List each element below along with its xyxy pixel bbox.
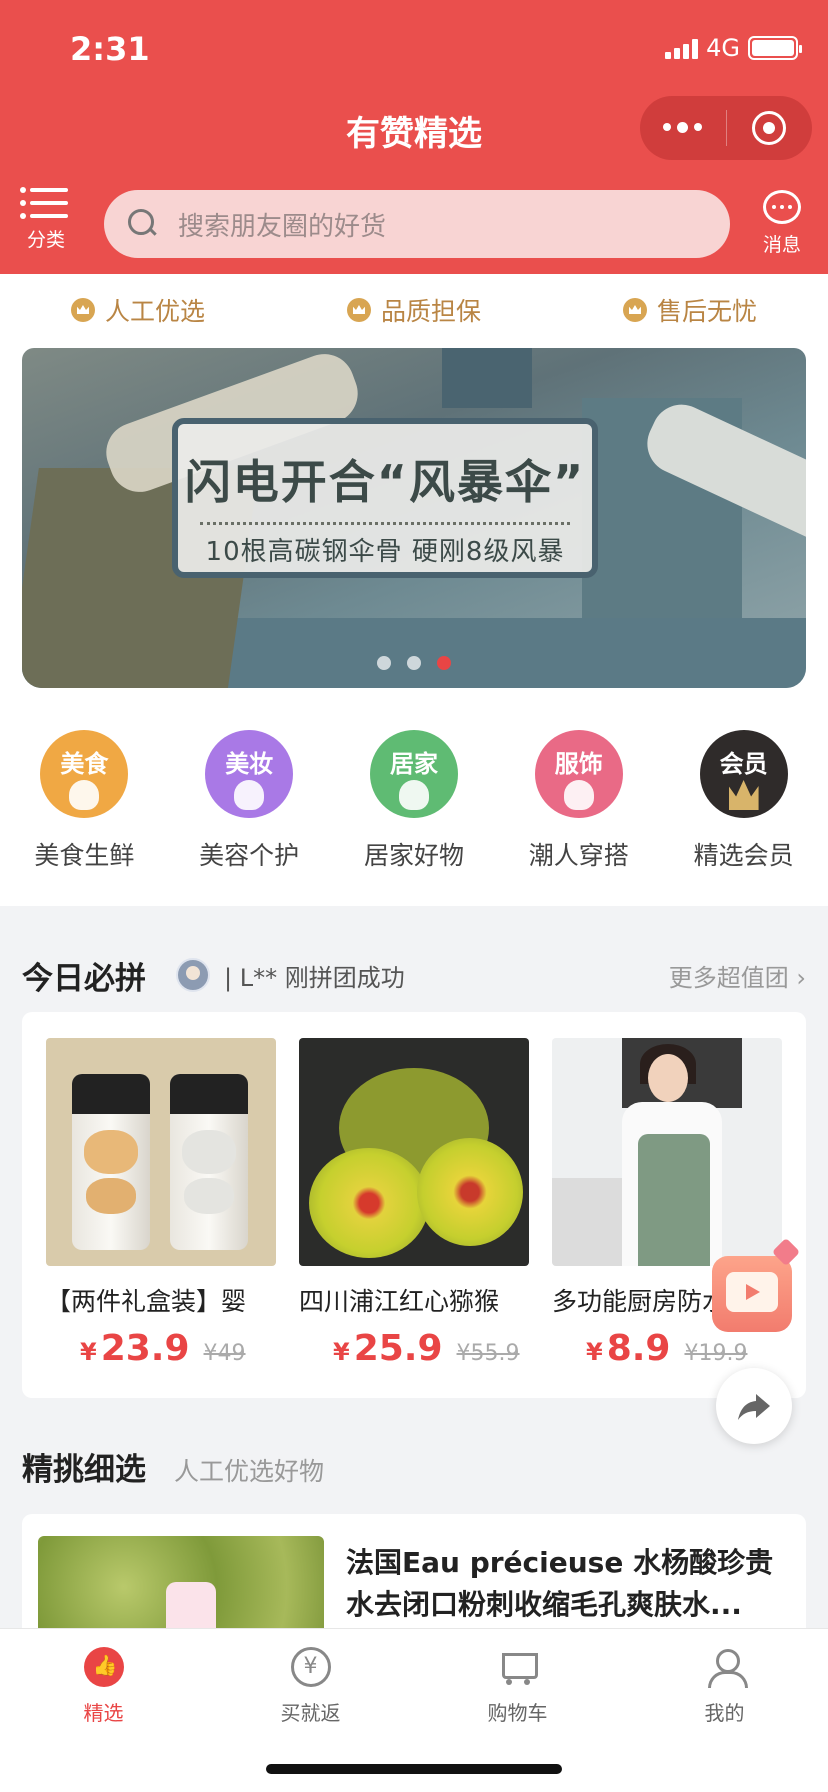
cart-icon <box>498 1647 538 1687</box>
product-price: ¥8.9 ¥19.9 <box>586 1328 748 1369</box>
crown-icon <box>70 298 95 322</box>
live-tv-icon[interactable] <box>712 1237 801 1332</box>
member-category-icon: 会员 <box>699 730 788 818</box>
avatar <box>176 958 210 992</box>
yuan-icon <box>290 1647 331 1687</box>
apparel-category-icon: 服饰 <box>534 730 623 818</box>
category-name: 精选会员 <box>693 841 794 870</box>
home-indicator <box>266 1764 562 1774</box>
chat-bubble-icon <box>763 190 801 224</box>
crown-icon <box>622 298 647 322</box>
search-placeholder: 搜索朋友圈的好货 <box>178 211 387 242</box>
close-miniprogram-icon[interactable] <box>727 111 813 145</box>
category-name: 潮人穿搭 <box>528 841 629 870</box>
product-image <box>46 1038 276 1266</box>
list-icon <box>20 187 68 219</box>
header: 2:31 4G 有赞精选 分类 搜索朋友圈的好货 消息 <box>0 0 828 274</box>
section-title: 精挑细选 <box>22 1452 146 1488</box>
crown-icon <box>346 298 371 322</box>
product-name: 四川浦江红心猕猴 <box>299 1287 500 1316</box>
category-beauty[interactable]: 美妆 美容个护 <box>174 730 324 872</box>
category-member[interactable]: 会员 精选会员 <box>669 730 819 872</box>
category-name: 居家好物 <box>363 841 464 870</box>
category-grid: 美食 美食生鲜 美妆 美容个护 居家 居家好物 服饰 潮人穿搭 会员 精选会员 <box>0 730 828 872</box>
category-name: 美容个护 <box>199 841 300 870</box>
group-buy-ticker: | L** 刚拼团成功 <box>224 963 405 992</box>
category-label: 分类 <box>26 229 65 251</box>
featured-header: 精挑细选 人工优选好物 <box>22 1444 806 1489</box>
banner-text-card: 闪电开合“风暴伞” 10根高碳钢伞骨 硬刚8级风暴 <box>172 418 598 578</box>
product-name: 【两件礼盒装】婴 <box>46 1287 247 1316</box>
battery-icon <box>748 36 802 60</box>
food-category-icon: 美食 <box>40 730 129 818</box>
promo-banner[interactable]: 闪电开合“风暴伞” 10根高碳钢伞骨 硬刚8级风暴 <box>22 348 806 688</box>
category-name: 美食生鲜 <box>34 841 135 870</box>
user-icon <box>705 1647 748 1688</box>
message-label: 消息 <box>762 234 801 256</box>
miniprogram-capsule <box>640 96 812 160</box>
search-input[interactable]: 搜索朋友圈的好货 <box>104 190 730 258</box>
product-card[interactable]: 四川浦江红心猕猴 ¥25.9 ¥55.9 <box>299 1038 529 1369</box>
banner-subline: 10根高碳钢伞骨 硬刚8级风暴 <box>205 537 565 567</box>
category-home[interactable]: 居家 居家好物 <box>339 730 489 872</box>
guarantee-item: 售后无忧 <box>622 292 757 328</box>
product-image <box>552 1038 782 1266</box>
banner-pagination <box>22 656 806 670</box>
today-deals-card: 【两件礼盒装】婴 ¥23.9 ¥49 四川浦江红心猕猴 ¥25.9 ¥55.9 多功… <box>22 1012 806 1398</box>
pagination-dot-active <box>437 656 451 670</box>
pagination-dot <box>377 656 391 670</box>
guarantee-bar: 人工优选 品质担保 售后无忧 <box>0 274 828 346</box>
today-deals-header: 今日必拼 | L** 刚拼团成功 更多超值团 › <box>22 950 806 1000</box>
guarantee-item: 人工优选 <box>70 292 205 328</box>
category-apparel[interactable]: 服饰 潮人穿搭 <box>504 730 654 872</box>
more-deals-link[interactable]: 更多超值团 › <box>669 958 806 993</box>
home-category-icon: 居家 <box>369 730 458 818</box>
status-bar-right: 4G <box>665 34 802 62</box>
share-icon <box>738 1394 770 1420</box>
banner-section: 闪电开合“风暴伞” 10根高碳钢伞骨 硬刚8级风暴 美食 美食生鲜 美妆 美容个… <box>0 346 828 906</box>
product-title: 法国Eau précieuse 水杨酸珍贵水去闭口粉刺收缩毛孔爽肤水... <box>346 1546 774 1621</box>
section-title: 今日必拼 <box>22 960 146 997</box>
product-card[interactable]: 【两件礼盒装】婴 ¥23.9 ¥49 <box>46 1038 276 1369</box>
beauty-category-icon: 美妆 <box>205 730 294 818</box>
tab-me[interactable]: 我的 <box>621 1629 828 1792</box>
network-type: 4G <box>706 34 740 62</box>
signal-icon <box>665 37 699 59</box>
more-menu-icon[interactable] <box>640 122 726 133</box>
message-button[interactable]: 消息 <box>758 190 806 257</box>
category-food[interactable]: 美食 美食生鲜 <box>9 730 159 872</box>
thumbs-up-icon <box>83 1647 124 1687</box>
product-price: ¥25.9 ¥55.9 <box>333 1328 520 1369</box>
search-icon <box>128 209 158 239</box>
banner-headline: 闪电开合“风暴伞” <box>184 455 586 509</box>
product-image <box>299 1038 529 1266</box>
guarantee-item: 品质担保 <box>346 292 481 328</box>
product-price: ¥23.9 ¥49 <box>80 1328 246 1369</box>
tab-featured[interactable]: 精选 <box>0 1629 207 1792</box>
status-time: 2:31 <box>70 30 150 68</box>
section-subtitle: 人工优选好物 <box>174 1457 325 1486</box>
category-button[interactable]: 分类 <box>20 187 70 252</box>
pagination-dot <box>407 656 421 670</box>
share-button[interactable] <box>716 1368 792 1444</box>
